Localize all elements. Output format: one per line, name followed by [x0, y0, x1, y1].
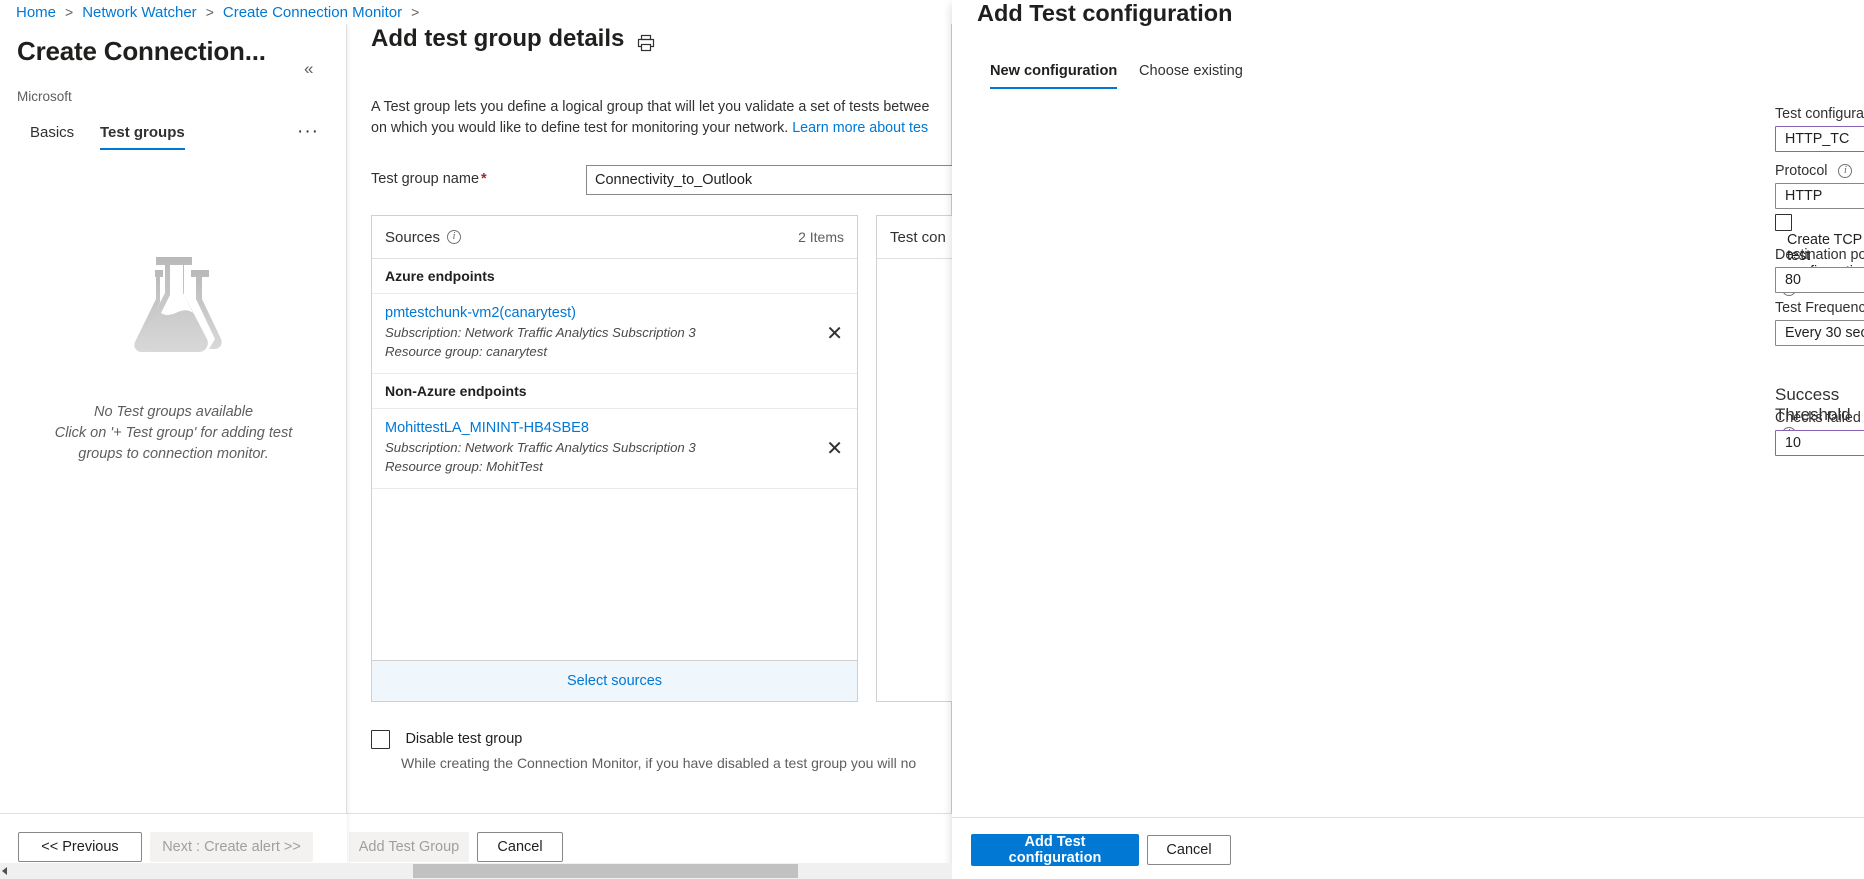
breadcrumb-item-create-connection-monitor[interactable]: Create Connection Monitor	[223, 4, 402, 21]
collapse-blade-icon[interactable]: «	[304, 59, 313, 79]
tab-choose-existing[interactable]: Choose existing	[1139, 63, 1243, 87]
protocol-label: Protocol i	[1775, 163, 1864, 179]
breadcrumb-item-network-watcher[interactable]: Network Watcher	[82, 4, 196, 21]
info-icon[interactable]: i	[1838, 164, 1852, 178]
breadcrumb-separator: >	[411, 4, 419, 20]
tab-basics[interactable]: Basics	[30, 124, 74, 148]
test-group-description: A Test group lets you define a logical g…	[371, 97, 971, 139]
endpoint-name-link[interactable]: pmtestchunk-vm2(canarytest)	[385, 305, 844, 321]
test-group-name-label: Test group name*	[371, 171, 487, 187]
disable-test-group-label: Disable test group	[405, 730, 522, 747]
disable-test-group-section: Disable test group While creating the Co…	[371, 730, 951, 773]
checks-failed-label: Checks failed (%)	[1775, 410, 1864, 426]
list-item[interactable]: MohittestLA_MININT-HB4SBE8 Subscription:…	[372, 409, 857, 489]
protocol-select[interactable]	[1775, 183, 1864, 209]
description-line-2: on which you would like to define test f…	[371, 120, 792, 136]
checks-failed-input[interactable]	[1775, 430, 1864, 456]
list-item[interactable]: pmtestchunk-vm2(canarytest) Subscription…	[372, 294, 857, 374]
breadcrumb-item-home[interactable]: Home	[16, 4, 56, 21]
non-azure-endpoints-group-header: Non-Azure endpoints	[372, 374, 857, 409]
flask-icon	[109, 254, 239, 358]
add-test-group-title: Add test group details	[371, 25, 624, 53]
test-group-name-label-text: Test group name	[371, 171, 479, 187]
print-icon[interactable]	[637, 34, 655, 52]
test-group-name-input[interactable]	[586, 165, 976, 195]
tab-test-groups[interactable]: Test groups	[100, 124, 185, 150]
tabs-overflow-icon[interactable]: ···	[297, 121, 319, 143]
destination-port-input[interactable]	[1775, 267, 1864, 293]
empty-state-line-3: groups to connection monitor.	[0, 444, 347, 465]
sources-title: Sources	[385, 229, 440, 246]
sources-header: Sources i 2 Items	[372, 216, 857, 259]
destination-port-field: Destination port*	[1775, 247, 1864, 293]
add-test-group-details-blade: Add test group details A Test group lets…	[347, 0, 952, 879]
sources-card: Sources i 2 Items Azure endpoints pmtest…	[371, 215, 858, 702]
checks-failed-field: Checks failed (%) ✓	[1775, 410, 1864, 456]
protocol-label-text: Protocol	[1775, 163, 1827, 179]
add-test-configuration-panel: Add Test configuration New configuration…	[952, 0, 1864, 879]
disable-test-group-description: While creating the Connection Monitor, i…	[401, 753, 971, 773]
learn-more-link[interactable]: Learn more about tes	[792, 120, 928, 136]
disable-test-group-checkbox[interactable]	[371, 730, 390, 749]
add-test-group-button[interactable]: Add Test Group	[349, 832, 469, 862]
info-icon[interactable]: i	[447, 230, 461, 244]
tab-new-configuration[interactable]: New configuration	[990, 63, 1117, 89]
breadcrumb-separator: >	[65, 4, 73, 20]
sources-count: 2 Items	[798, 229, 844, 245]
test-configuration-name-field: Test configuration name* ✓	[1775, 106, 1864, 152]
test-frequency-label-text: Test Frequency	[1775, 300, 1864, 316]
endpoint-subscription: Subscription: Network Traffic Analytics …	[385, 323, 844, 342]
empty-state-line-1: No Test groups available	[0, 402, 347, 423]
create-connection-monitor-blade: Create Connection... « Microsoft Basics …	[0, 24, 347, 879]
scroll-left-arrow-icon[interactable]	[2, 867, 7, 875]
destination-port-label: Destination port*	[1775, 247, 1864, 263]
page-title: Create Connection...	[17, 36, 266, 67]
test-configuration-name-label: Test configuration name*	[1775, 106, 1864, 122]
create-tcp-test-checkbox[interactable]	[1775, 214, 1792, 231]
required-marker: *	[481, 171, 487, 187]
right-panel-footer: Add Test configuration Cancel	[952, 817, 1864, 879]
endpoint-resource-group: Resource group: canarytest	[385, 342, 844, 361]
remove-endpoint-icon[interactable]: ✕	[826, 324, 843, 344]
endpoint-resource-group: Resource group: MohitTest	[385, 457, 844, 476]
breadcrumb: Home > Network Watcher > Create Connecti…	[0, 0, 955, 24]
test-frequency-field: Test Frequency i ▼	[1775, 300, 1864, 346]
empty-state: No Test groups available Click on '+ Tes…	[0, 254, 347, 465]
test-frequency-select[interactable]	[1775, 320, 1864, 346]
test-group-name-row: Test group name*	[371, 165, 971, 195]
add-test-configuration-title: Add Test configuration	[977, 0, 1232, 27]
test-configuration-name-label-text: Test configuration name	[1775, 106, 1864, 122]
next-create-alert-button[interactable]: Next : Create alert >>	[150, 832, 313, 862]
test-frequency-label: Test Frequency i	[1775, 300, 1864, 316]
previous-button[interactable]: << Previous	[18, 832, 142, 862]
cancel-test-group-button[interactable]: Cancel	[477, 832, 563, 862]
remove-endpoint-icon[interactable]: ✕	[826, 439, 843, 459]
empty-state-line-2: Click on '+ Test group' for adding test	[0, 423, 347, 444]
cancel-test-configuration-button[interactable]: Cancel	[1147, 835, 1231, 865]
protocol-field: Protocol i ▼	[1775, 163, 1864, 209]
azure-endpoints-group-header: Azure endpoints	[372, 259, 857, 294]
scrollbar-thumb[interactable]	[413, 864, 798, 878]
select-sources-button[interactable]: Select sources	[372, 660, 857, 701]
horizontal-scrollbar[interactable]	[0, 863, 952, 879]
test-configuration-name-input[interactable]	[1775, 126, 1864, 152]
description-line-1: A Test group lets you define a logical g…	[371, 99, 929, 115]
blade-publisher: Microsoft	[17, 89, 72, 104]
destination-port-label-text: Destination port	[1775, 247, 1864, 263]
breadcrumb-separator: >	[206, 4, 214, 20]
add-test-configuration-button[interactable]: Add Test configuration	[971, 834, 1139, 866]
endpoint-subscription: Subscription: Network Traffic Analytics …	[385, 438, 844, 457]
blade-tabs: Basics Test groups ···	[17, 124, 327, 160]
endpoint-name-link[interactable]: MohittestLA_MININT-HB4SBE8	[385, 420, 844, 436]
